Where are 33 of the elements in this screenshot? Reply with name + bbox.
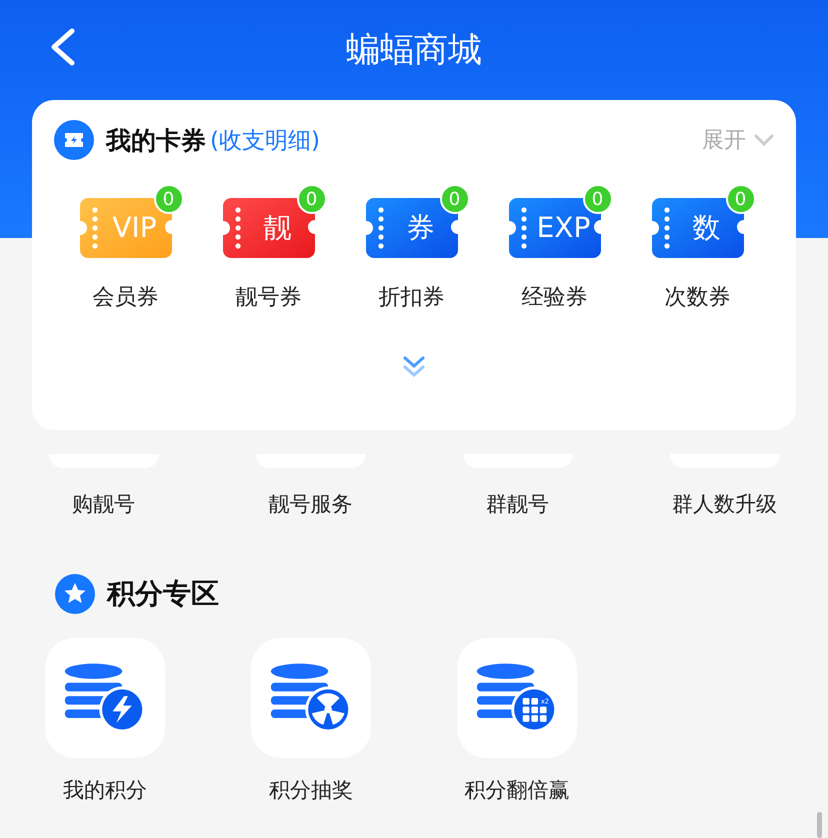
ticket-icon bbox=[54, 120, 94, 160]
ticket-text: 券 bbox=[406, 210, 436, 246]
coupon-label[interactable]: 经验券 bbox=[522, 282, 588, 312]
coins-grid-icon bbox=[476, 664, 558, 732]
count-badge: 0 bbox=[726, 184, 756, 214]
service-label[interactable]: 购靓号 bbox=[72, 490, 135, 518]
double-chevron-down-icon[interactable] bbox=[401, 354, 427, 380]
points-button[interactable] bbox=[45, 638, 165, 758]
page-title: 蝙蝠商城 bbox=[346, 29, 482, 72]
points-label[interactable]: 我的积分 bbox=[63, 776, 147, 804]
ticket-text: 靓 bbox=[262, 210, 292, 246]
points-label[interactable]: 积分抽奖 bbox=[269, 776, 353, 804]
service-label[interactable]: 群靓号 bbox=[486, 490, 549, 518]
coupon-label[interactable]: 靓号券 bbox=[236, 282, 302, 312]
coupon-label[interactable]: 会员券 bbox=[92, 282, 158, 312]
chevron-down-icon[interactable] bbox=[754, 134, 774, 146]
count-badge: 0 bbox=[582, 184, 612, 214]
coupon-label[interactable]: 次数券 bbox=[664, 282, 730, 312]
count-badge: 0 bbox=[296, 184, 326, 214]
count-badge: 0 bbox=[440, 184, 470, 214]
coupon-label[interactable]: 折扣券 bbox=[378, 282, 444, 312]
coins-radiation-icon bbox=[270, 664, 352, 732]
points-label[interactable]: 积分翻倍赢 bbox=[464, 776, 570, 804]
coins-bolt-icon bbox=[64, 664, 146, 732]
section-title: 我的卡券 bbox=[106, 124, 206, 156]
ticket-text: 数 bbox=[692, 210, 722, 246]
count-badge: 0 bbox=[154, 184, 184, 214]
service-label[interactable]: 群人数升级 bbox=[672, 490, 777, 518]
section-title: 积分专区 bbox=[107, 576, 219, 612]
points-button[interactable] bbox=[251, 638, 371, 758]
scrollbar[interactable] bbox=[817, 812, 822, 838]
service-label[interactable]: 靓号服务 bbox=[268, 490, 352, 518]
details-link[interactable]: (收支明细) bbox=[210, 124, 320, 156]
